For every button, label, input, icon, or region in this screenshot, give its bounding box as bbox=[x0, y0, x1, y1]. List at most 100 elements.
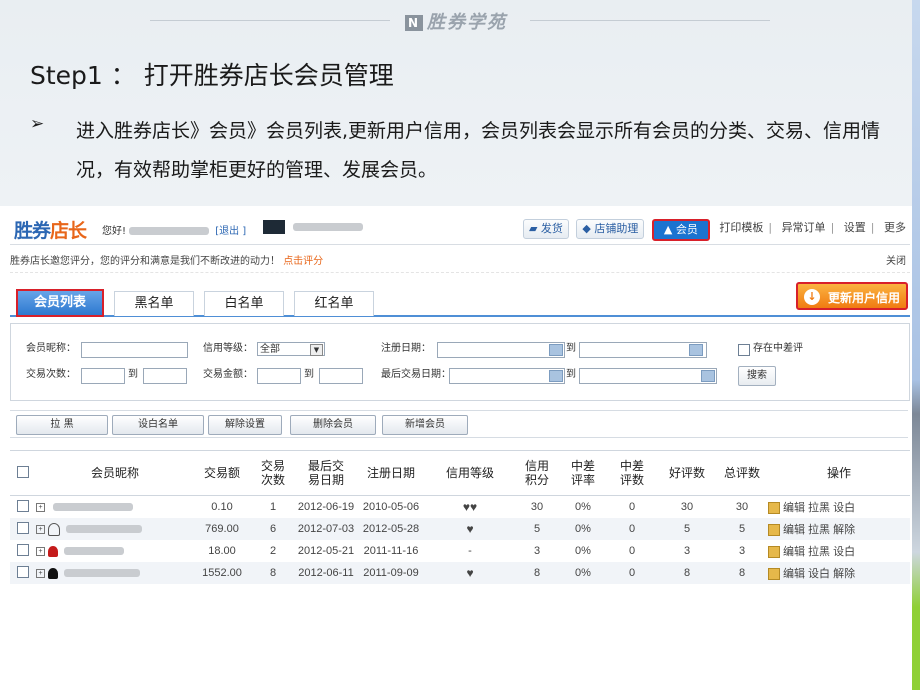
col-ops: 操作 bbox=[768, 450, 910, 496]
col-credit-level[interactable]: 信用等级 bbox=[426, 450, 514, 496]
col-credit-score[interactable]: 信用积分 bbox=[514, 450, 560, 496]
col-count[interactable]: 交易次数 bbox=[250, 450, 296, 496]
row-checkbox[interactable] bbox=[17, 521, 29, 534]
member-nickname-redacted bbox=[53, 503, 133, 512]
tab-member-list[interactable]: 会员列表 bbox=[16, 289, 104, 317]
table-row: + 769.00 6 2012-07-03 2012-05-28 ♥ 5 0% … bbox=[10, 518, 910, 540]
search-panel: 会员昵称： 信用等级： 全部 ▼ 注册日期： 到 存在中差评 交易次数： 到 交易… bbox=[10, 323, 910, 401]
last-trade-to-input[interactable] bbox=[579, 368, 717, 384]
has-neutral-label: 存在中差评 bbox=[753, 343, 803, 354]
credit-level-label: 信用等级： bbox=[203, 343, 253, 354]
download-icon: ↓ bbox=[804, 289, 820, 305]
credit-heart-icon: ♥♥ bbox=[462, 500, 478, 514]
nav-print-template[interactable]: 打印模板 bbox=[719, 219, 763, 237]
col-good[interactable]: 好评数 bbox=[658, 450, 716, 496]
nav-settings[interactable]: 设置 bbox=[844, 219, 866, 237]
credit-level-select[interactable]: 全部 ▼ bbox=[257, 342, 325, 356]
nickname-label: 会员昵称： bbox=[26, 343, 76, 354]
edit-icon bbox=[768, 502, 780, 515]
nav-member-button[interactable]: ▲ 会员 bbox=[651, 219, 710, 241]
last-trade-from-input[interactable] bbox=[449, 368, 565, 384]
member-tabs: 会员列表 黑名单 白名单 红名单 bbox=[10, 288, 910, 317]
row-checkbox[interactable] bbox=[17, 565, 29, 578]
tab-blacklist[interactable]: 黑名单 bbox=[114, 291, 194, 316]
clear-setting-button[interactable]: 解除设置 bbox=[208, 415, 282, 435]
expand-icon[interactable]: + bbox=[36, 568, 45, 578]
col-neg-count[interactable]: 中差评数 bbox=[606, 450, 658, 496]
username-redacted bbox=[129, 227, 210, 235]
blacklist-button[interactable]: 拉 黑 bbox=[16, 415, 108, 435]
col-last-trade[interactable]: 最后交易日期 bbox=[296, 450, 356, 496]
col-nickname[interactable]: 会员昵称 bbox=[36, 450, 194, 496]
row-checkbox[interactable] bbox=[17, 499, 29, 512]
expand-icon[interactable]: + bbox=[36, 524, 45, 534]
edit-icon bbox=[768, 568, 780, 581]
action-bar: 拉 黑 设白名单 解除设置 删除会员 新增会员 bbox=[10, 410, 908, 438]
set-whitelist-button[interactable]: 设白名单 bbox=[112, 415, 204, 435]
delete-member-button[interactable]: 删除会员 bbox=[290, 415, 376, 435]
col-total[interactable]: 总评数 bbox=[716, 450, 768, 496]
trade-count-to-input[interactable] bbox=[143, 368, 187, 384]
user-outline-icon bbox=[48, 522, 60, 536]
col-amount[interactable]: 交易额 bbox=[194, 450, 250, 496]
member-table: 会员昵称 交易额 交易次数 最后交易日期 注册日期 信用等级 信用积分 中差评率… bbox=[10, 450, 910, 584]
add-member-button[interactable]: 新增会员 bbox=[382, 415, 468, 435]
shop-name-redacted bbox=[293, 223, 363, 231]
tab-redlist[interactable]: 红名单 bbox=[294, 291, 374, 316]
nickname-input[interactable] bbox=[81, 342, 188, 358]
expand-icon[interactable]: + bbox=[36, 546, 45, 556]
reg-date-to-input[interactable] bbox=[579, 342, 707, 358]
col-reg-date[interactable]: 注册日期 bbox=[356, 450, 426, 496]
row-ops-links[interactable]: 编辑 拉黑 解除 bbox=[783, 524, 855, 536]
truck-icon: ▰ bbox=[528, 222, 541, 235]
update-credit-button[interactable]: ↓ 更新用户信用 bbox=[796, 282, 908, 310]
slide-body-text: 进入胜券店长》会员》会员列表,更新用户信用，会员列表会显示所有会员的分类、交易、… bbox=[76, 120, 881, 181]
rate-link[interactable]: 点击评分 bbox=[283, 256, 323, 267]
row-ops-links[interactable]: 编辑 拉黑 设白 bbox=[783, 502, 855, 514]
slide-side-decoration bbox=[912, 0, 920, 690]
has-neutral-checkbox[interactable] bbox=[738, 344, 750, 356]
notice-close[interactable]: 关闭 bbox=[886, 252, 906, 272]
trade-count-from-input[interactable] bbox=[81, 368, 125, 384]
col-neg-rate[interactable]: 中差评率 bbox=[560, 450, 606, 496]
user-red-icon bbox=[48, 545, 58, 557]
row-ops-links[interactable]: 编辑 拉黑 设白 bbox=[783, 546, 855, 558]
nav-shop-helper-button[interactable]: ◆ 店铺助理 bbox=[576, 219, 645, 239]
calendar-icon[interactable] bbox=[701, 370, 715, 382]
row-checkbox[interactable] bbox=[17, 543, 29, 556]
user-icon: ▲ bbox=[663, 223, 676, 236]
shop-avatar bbox=[263, 220, 285, 234]
search-button[interactable]: 搜索 bbox=[738, 366, 776, 386]
last-trade-date-label: 最后交易日期： bbox=[381, 369, 451, 380]
greeting: 您好! [退出 ] bbox=[102, 226, 247, 237]
trade-amount-to-input[interactable] bbox=[319, 368, 363, 384]
reg-date-label: 注册日期： bbox=[381, 343, 431, 354]
select-all-checkbox[interactable] bbox=[17, 465, 29, 478]
brand: N 胜券学苑 bbox=[0, 8, 912, 34]
calendar-icon[interactable] bbox=[549, 370, 563, 382]
nav-more[interactable]: 更多 bbox=[884, 219, 906, 237]
nav-ship-button[interactable]: ▰ 发货 bbox=[522, 219, 569, 239]
table-row: + 1552.00 8 2012-06-11 2011-09-09 ♥ 8 0%… bbox=[10, 562, 910, 584]
expand-icon[interactable]: + bbox=[36, 502, 45, 512]
top-bar: 胜券店长 您好! [退出 ] ▰ 发货 ◆ 店铺助理 ▲ 会员 打印模板 | 异常… bbox=[10, 210, 910, 245]
calendar-icon[interactable] bbox=[689, 344, 703, 356]
credit-level-empty: - bbox=[468, 545, 472, 557]
logout-link[interactable]: [退出 ] bbox=[215, 226, 246, 237]
reg-date-from-input[interactable] bbox=[437, 342, 565, 358]
user-black-icon bbox=[48, 567, 58, 579]
nav-abnormal-orders[interactable]: 异常订单 bbox=[782, 219, 826, 237]
edit-icon bbox=[768, 524, 780, 537]
tab-whitelist[interactable]: 白名单 bbox=[204, 291, 284, 316]
calendar-icon[interactable] bbox=[549, 344, 563, 356]
diamond-icon: ◆ bbox=[582, 222, 595, 235]
member-nickname-redacted bbox=[66, 525, 142, 533]
brand-logo-icon: N bbox=[405, 15, 423, 31]
row-ops-links[interactable]: 编辑 设白 解除 bbox=[783, 568, 855, 580]
trade-amount-from-input[interactable] bbox=[257, 368, 301, 384]
trade-count-label: 交易次数： bbox=[26, 369, 76, 380]
app-logo: 胜券店长 bbox=[14, 220, 87, 242]
rating-notice: 胜券店长邀您评分，您的评分和满意是我们不断改进的动力！ 点击评分 关闭 bbox=[10, 252, 910, 273]
credit-heart-icon: ♥ bbox=[426, 518, 514, 540]
member-nickname-redacted bbox=[64, 569, 140, 578]
